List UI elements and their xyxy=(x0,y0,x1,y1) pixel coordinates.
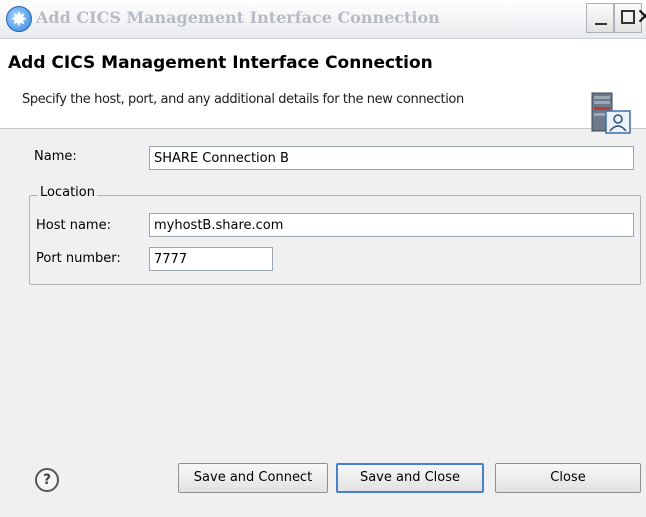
host-name-field[interactable] xyxy=(149,213,634,237)
close-button[interactable]: Close xyxy=(495,463,641,493)
wizard-banner: Add CICS Management Interface Connection… xyxy=(0,39,646,134)
minimize-button[interactable] xyxy=(586,3,614,33)
location-group xyxy=(29,195,641,285)
close-window-button[interactable]: ✕ xyxy=(636,6,646,30)
save-and-close-button[interactable]: Save and Close xyxy=(336,463,484,493)
name-label: Name: xyxy=(34,149,77,164)
title-bar: ✸ Add CICS Management Interface Connecti… xyxy=(0,0,646,39)
maximize-icon xyxy=(621,10,635,24)
host-name-label: Host name: xyxy=(36,218,111,233)
window-title: Add CICS Management Interface Connection xyxy=(36,8,440,27)
close-icon: ✕ xyxy=(636,5,646,30)
location-group-label: Location xyxy=(38,185,97,200)
server-user-icon xyxy=(591,92,631,134)
help-icon[interactable]: ? xyxy=(35,468,59,492)
name-field[interactable] xyxy=(149,146,634,170)
minimize-icon xyxy=(595,23,607,25)
save-and-connect-button[interactable]: Save and Connect xyxy=(178,463,328,493)
port-number-label: Port number: xyxy=(36,251,121,266)
banner-description: Specify the host, port, and any addition… xyxy=(22,92,464,107)
port-number-field[interactable] xyxy=(149,247,273,271)
banner-title: Add CICS Management Interface Connection xyxy=(8,53,433,73)
sun-icon: ✸ xyxy=(6,6,32,32)
